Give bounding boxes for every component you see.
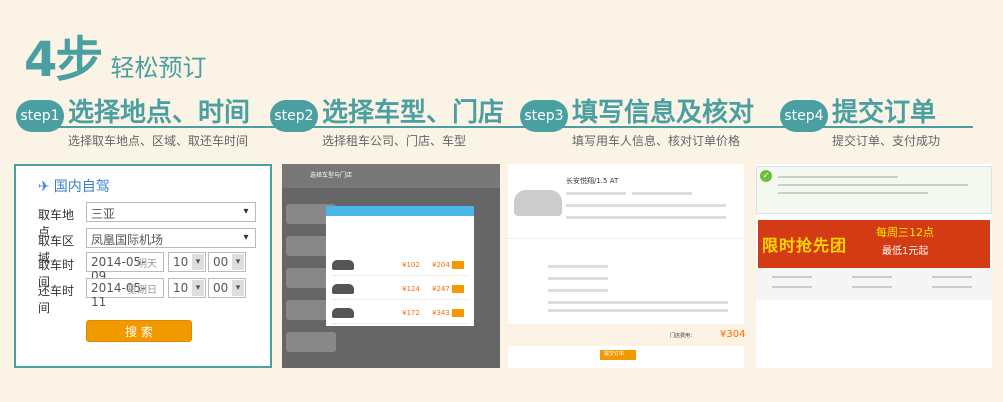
store-modal: ¥102 ¥204 ¥124 ¥247 ¥172 ¥343 (326, 206, 474, 326)
price: ¥343 (432, 309, 450, 317)
plane-icon: ✈ (38, 179, 50, 195)
text-line (548, 277, 608, 280)
price: ¥247 (432, 285, 450, 293)
price: ¥102 (402, 261, 420, 269)
book-button[interactable] (452, 261, 464, 269)
step-pill: step3 (520, 100, 568, 132)
pickup-day-hint: 明天 (137, 259, 157, 270)
return-date-input[interactable]: 2014-05-11 星期日 (86, 278, 164, 309)
return-day-hint: 星期日 (127, 285, 157, 296)
book-button[interactable] (452, 285, 464, 293)
car-icon (332, 260, 354, 270)
return-time-row: 还车时间 2014-05-11 星期日 10 ▾ 00 ▾ (38, 278, 246, 316)
step-desc: 选择取车地点、区域、取还车时间 (68, 134, 249, 148)
pickup-place-select[interactable]: 三亚 ▾ (86, 202, 256, 222)
return-hour-select[interactable]: 10 ▾ (168, 278, 206, 298)
step-desc: 提交订单、支付成功 (832, 134, 941, 148)
text-line (772, 276, 812, 278)
modal-row: ¥172 ¥343 (332, 304, 468, 324)
order-info-screenshot: 长安悦翔/1.5 AT 门店费用： ¥304 提交订单 (508, 164, 746, 368)
return-hour-value: 10 (173, 281, 189, 295)
step-title: 选择地点、时间 (68, 98, 251, 128)
step-title: 选择车型、门店 (322, 98, 505, 128)
pickup-date-input[interactable]: 2014-05-09 明天 (86, 252, 164, 283)
text-line (932, 276, 972, 278)
submit-order-label: 提交订单 (604, 351, 625, 357)
pickup-hour-value: 10 (173, 255, 189, 269)
car-image (514, 190, 562, 216)
text-line (778, 192, 928, 194)
book-button[interactable] (452, 309, 464, 317)
area-value: 凤凰国际机场 (91, 233, 164, 247)
text-line (548, 265, 608, 268)
form-heading-text: 国内自驾 (53, 179, 110, 195)
car-title: 长安悦翔/1.5 AT (566, 177, 619, 185)
header-big: 4步 (24, 32, 103, 88)
price: ¥172 (402, 309, 420, 317)
chevron-down-icon: ▾ (232, 254, 244, 270)
banner-main: 限时抢先团 (762, 236, 848, 255)
price: ¥204 (432, 261, 450, 269)
check-icon: ✓ (760, 170, 772, 182)
text-line (772, 286, 812, 288)
pickup-min-select[interactable]: 00 ▾ (208, 252, 246, 272)
total-price: ¥304 (720, 329, 746, 340)
text-line (852, 276, 892, 278)
text-line (778, 184, 968, 186)
order-success-screenshot: ✓ 限时抢先团 每周三12点 最低1元起 (756, 164, 992, 368)
pickup-hour-select[interactable]: 10 ▾ (168, 252, 206, 272)
chevron-down-icon: ▾ (192, 254, 204, 270)
text-line (566, 192, 626, 195)
header-sub: 轻松预订 (110, 54, 207, 82)
total-bar (508, 324, 744, 346)
text-line (566, 216, 726, 219)
form-heading: ✈ 国内自驾 (38, 176, 110, 196)
price: ¥124 (402, 285, 420, 293)
list-item (286, 332, 336, 352)
text-line (852, 286, 892, 288)
car-list-screenshot: 选择车型与门店 ¥102 ¥204 ¥124 ¥247 ¥172 ¥343 (282, 164, 500, 368)
step-desc: 填写用车人信息、核对订单价格 (572, 134, 741, 148)
step-title: 填写信息及核对 (572, 98, 755, 128)
modal-row: ¥102 ¥204 (332, 256, 468, 276)
chevron-down-icon: ▾ (192, 280, 204, 296)
chevron-down-icon: ▾ (243, 206, 249, 217)
step-pill: step2 (270, 100, 318, 132)
pickup-place-value: 三亚 (91, 207, 116, 221)
pickup-min-value: 00 (213, 255, 229, 269)
step-pill: step4 (780, 100, 828, 132)
banner-price: 最低1元起 (882, 246, 929, 257)
search-button[interactable]: 搜 索 (86, 320, 192, 342)
success-box (756, 166, 992, 214)
car-list-tag: 选择车型与门店 (310, 172, 353, 179)
modal-row: ¥124 ¥247 (332, 280, 468, 300)
text-line (548, 309, 728, 312)
car-icon (332, 308, 354, 318)
footer-links (756, 268, 992, 300)
chevron-down-icon: ▾ (232, 280, 244, 296)
step-desc: 选择租车公司、门店、车型 (322, 134, 467, 148)
text-line (548, 289, 608, 292)
banner-side: 每周三12点 (876, 226, 934, 239)
return-min-select[interactable]: 00 ▾ (208, 278, 246, 298)
car-icon (332, 284, 354, 294)
text-line (778, 176, 898, 178)
text-line (566, 204, 726, 207)
step-pill: step1 (16, 100, 64, 132)
total-label: 门店费用： (670, 333, 696, 339)
step-title: 提交订单 (832, 98, 937, 128)
driver-form-section (508, 238, 744, 332)
return-time-label: 还车时间 (38, 284, 75, 315)
return-min-value: 00 (213, 281, 229, 295)
text-line (632, 192, 692, 195)
car-list-topbar: 选择车型与门店 (282, 164, 500, 188)
page-header: 4步 轻松预订 (24, 20, 207, 90)
search-form-panel: ✈ 国内自驾 取车地点 三亚 ▾ 取车区域 凤凰国际机场 ▾ 取车时间 2014-… (14, 164, 272, 368)
text-line (548, 301, 728, 304)
area-select[interactable]: 凤凰国际机场 ▾ (86, 228, 256, 248)
chevron-down-icon: ▾ (243, 232, 249, 243)
text-line (932, 286, 972, 288)
